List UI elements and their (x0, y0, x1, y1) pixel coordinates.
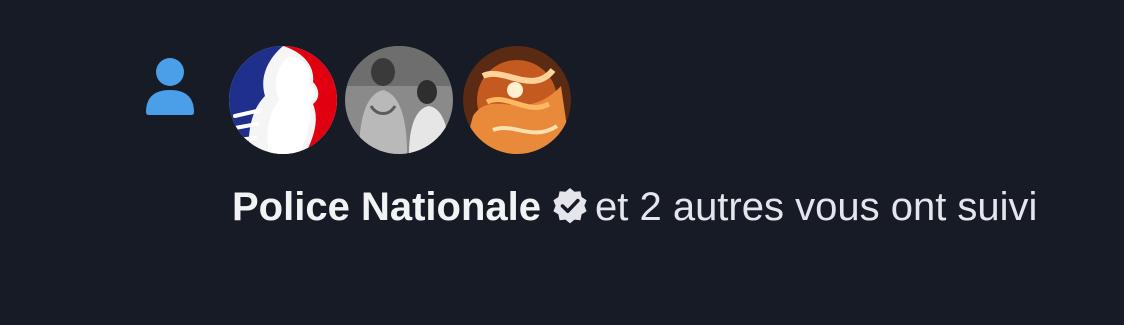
person-icon (146, 58, 194, 115)
photo-icon (345, 46, 453, 154)
marianne-logo-icon (229, 46, 337, 154)
photo-icon (463, 46, 571, 154)
notification-text: et 2 autres vous ont suivi (594, 185, 1038, 229)
avatar-follower-3[interactable] (463, 46, 571, 154)
avatar-follower-2[interactable] (345, 46, 453, 154)
notification-message: Police Nationale et 2 autres vous ont su… (232, 178, 1092, 236)
follow-notification[interactable]: Police Nationale et 2 autres vous ont su… (0, 0, 1124, 325)
verified-badge-icon (553, 188, 587, 224)
actor-name-link[interactable]: Police Nationale (232, 185, 541, 229)
avatar-police-nationale[interactable] (229, 46, 337, 154)
